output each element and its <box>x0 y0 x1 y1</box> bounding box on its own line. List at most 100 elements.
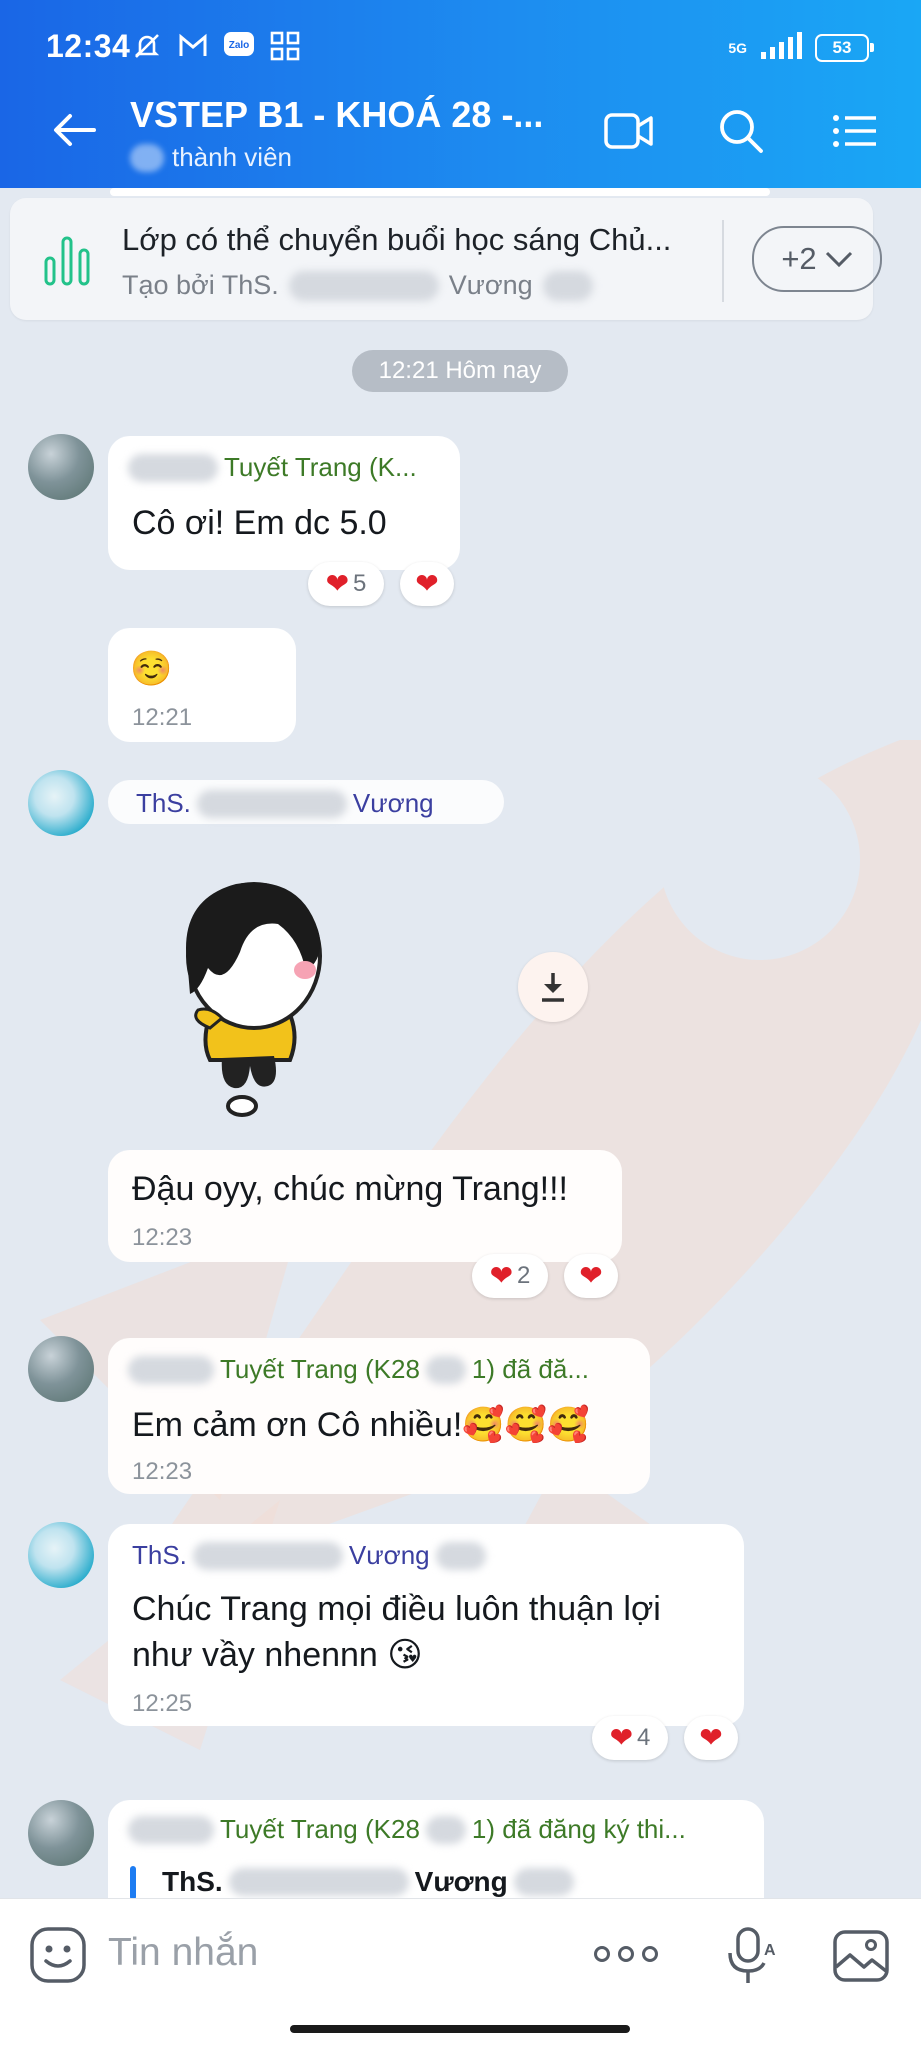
members-label: thành viên <box>172 142 292 172</box>
pinned-more-button[interactable]: +2 <box>752 226 882 292</box>
pinned-more-count: +2 <box>781 241 817 276</box>
network-type: 5G <box>728 39 747 56</box>
sender-mid: Tuyết Trang (K28 <box>220 1354 420 1384</box>
more-options-button[interactable] <box>594 1939 658 1969</box>
reaction-summary[interactable]: ❤ 5 <box>308 562 384 606</box>
react-button[interactable]: ❤ <box>684 1716 738 1760</box>
sticker-image[interactable] <box>150 860 340 1120</box>
do-not-disturb-icon <box>130 29 164 63</box>
video-call-button[interactable] <box>600 102 658 160</box>
status-system-icons: 5G 53 <box>728 30 874 65</box>
pinned-author: Tạo bởi ThS. Vương <box>122 270 722 301</box>
avatar[interactable] <box>28 1336 94 1402</box>
avatar[interactable] <box>28 1800 94 1866</box>
sender-end: 1) đã đăng ký thi... <box>471 1814 686 1844</box>
gmail-icon <box>176 29 210 63</box>
signal-icon <box>759 30 803 65</box>
sender-prefix: ThS. <box>136 788 191 818</box>
pinned-poll[interactable]: Lớp có thể chuyển buổi học sáng Chủ... T… <box>10 198 882 320</box>
reaction-summary[interactable]: ❤ 4 <box>592 1716 668 1760</box>
react-button[interactable]: ❤ <box>564 1254 618 1298</box>
status-time: 12:34 <box>46 28 131 64</box>
message-bubble[interactable]: ☺️ 12:21 <box>108 628 296 742</box>
status-bar: 12:34 Zalo 5G 53 <box>0 0 921 74</box>
sender-prefix: ThS. <box>132 1540 187 1570</box>
redacted-name <box>228 1868 409 1896</box>
home-indicator[interactable] <box>290 2025 630 2033</box>
svg-text:A: A <box>764 1942 776 1959</box>
redacted-name <box>513 1868 574 1896</box>
message-bubble[interactable]: Tuyết Trang (K... Cô ơi! Em dc 5.0 <box>108 436 460 570</box>
sender-name[interactable]: Tuyết Trang (K28 1) đã đă... <box>128 1354 589 1385</box>
avatar[interactable] <box>28 434 94 500</box>
message-time: 12:23 <box>132 1458 193 1485</box>
voice-to-text-button[interactable]: A <box>724 1925 776 1989</box>
redacted-name <box>128 453 218 482</box>
sender-label: Tuyết Trang (K... <box>224 452 417 482</box>
pinned-title: Lớp có thể chuyển buổi học sáng Chủ... <box>122 222 672 257</box>
message-time: 12:21 <box>132 704 193 731</box>
avatar[interactable] <box>28 770 94 836</box>
message-time: 12:23 <box>132 1224 193 1251</box>
message-text: Cô ơi! Em dc 5.0 <box>132 504 387 542</box>
sender-suffix: Vương <box>348 1540 430 1570</box>
group-member-count[interactable]: thành viên <box>130 142 292 173</box>
chat-header: VSTEP B1 - KHOÁ 28 -... thành viên <box>0 74 921 188</box>
video-call-icon <box>604 113 653 149</box>
react-button[interactable]: ❤ <box>400 562 454 606</box>
group-title[interactable]: VSTEP B1 - KHOÁ 28 -... <box>130 94 543 136</box>
message-time: 12:25 <box>132 1690 193 1717</box>
dot-icon <box>642 1946 658 1962</box>
reaction-summary[interactable]: ❤ 2 <box>472 1254 548 1298</box>
back-button[interactable] <box>44 100 104 160</box>
reaction-count: 2 <box>517 1262 531 1289</box>
heart-icon: ❤ <box>325 568 350 599</box>
redacted-member-count <box>130 143 164 172</box>
heart-icon: ❤ <box>699 1722 723 1753</box>
message-bubble[interactable]: ThS. Vương Chúc Trang mọi điều luôn thuậ… <box>108 1524 744 1726</box>
redacted-name <box>128 1815 214 1844</box>
sender-end: 1) đã đă... <box>471 1354 589 1384</box>
chevron-down-icon <box>825 251 852 268</box>
download-icon <box>542 973 564 1002</box>
heart-icon: ❤ <box>579 1260 603 1291</box>
quote-prefix: ThS. <box>162 1866 223 1897</box>
redacted-name <box>542 270 593 301</box>
zalo-icon: Zalo <box>222 29 256 63</box>
dot-icon <box>618 1946 634 1962</box>
avatar[interactable] <box>28 1522 94 1588</box>
status-notification-icons: Zalo <box>130 28 302 64</box>
redacted-name <box>128 1355 214 1384</box>
sender-name[interactable]: Tuyết Trang (K... <box>128 452 417 483</box>
heart-icon: ❤ <box>415 568 439 599</box>
message-bubble[interactable]: Đậu oyy, chúc mừng Trang!!! 12:23 <box>108 1150 622 1262</box>
sender-name[interactable]: ThS. Vương <box>132 1540 486 1571</box>
apps-icon <box>268 29 302 63</box>
heart-icon: ❤ <box>609 1722 634 1753</box>
pinned-text: Lớp có thể chuyển buổi học sáng Chủ... T… <box>122 222 722 301</box>
sender-name[interactable]: ThS. Vương <box>136 788 434 819</box>
sender-name[interactable]: Tuyết Trang (K28 1) đã đăng ký thi... <box>128 1814 686 1845</box>
message-text: Đậu oyy, chúc mừng Trang!!! <box>132 1170 568 1208</box>
dot-icon <box>594 1946 610 1962</box>
message-input[interactable]: Tin nhắn <box>108 1931 258 1975</box>
message-text: Em cảm ơn Cô nhiều!🥰🥰🥰 <box>132 1406 590 1444</box>
svg-text:Zalo: Zalo <box>229 40 250 51</box>
back-arrow-icon <box>54 114 96 146</box>
search-button[interactable] <box>712 102 770 160</box>
quote-bar <box>130 1866 136 1900</box>
message-emoji: ☺️ <box>130 650 173 688</box>
sticker-button[interactable] <box>28 1925 88 1985</box>
message-line-1: Chúc Trang mọi điều luôn thuận lợi <box>132 1590 661 1628</box>
reaction-count: 4 <box>637 1724 651 1751</box>
poll-icon <box>44 236 90 286</box>
sender-mid: Tuyết Trang (K28 <box>220 1814 420 1844</box>
message-bubble[interactable]: Tuyết Trang (K28 1) đã đă... Em cảm ơn C… <box>108 1338 650 1494</box>
menu-button[interactable] <box>826 102 884 160</box>
date-separator: 12:21 Hôm nay <box>352 350 568 392</box>
menu-icon <box>833 115 876 147</box>
download-button[interactable] <box>518 952 588 1022</box>
pinned-divider <box>722 220 724 302</box>
image-picker-button[interactable] <box>832 1929 890 1983</box>
reaction-count: 5 <box>353 570 367 597</box>
